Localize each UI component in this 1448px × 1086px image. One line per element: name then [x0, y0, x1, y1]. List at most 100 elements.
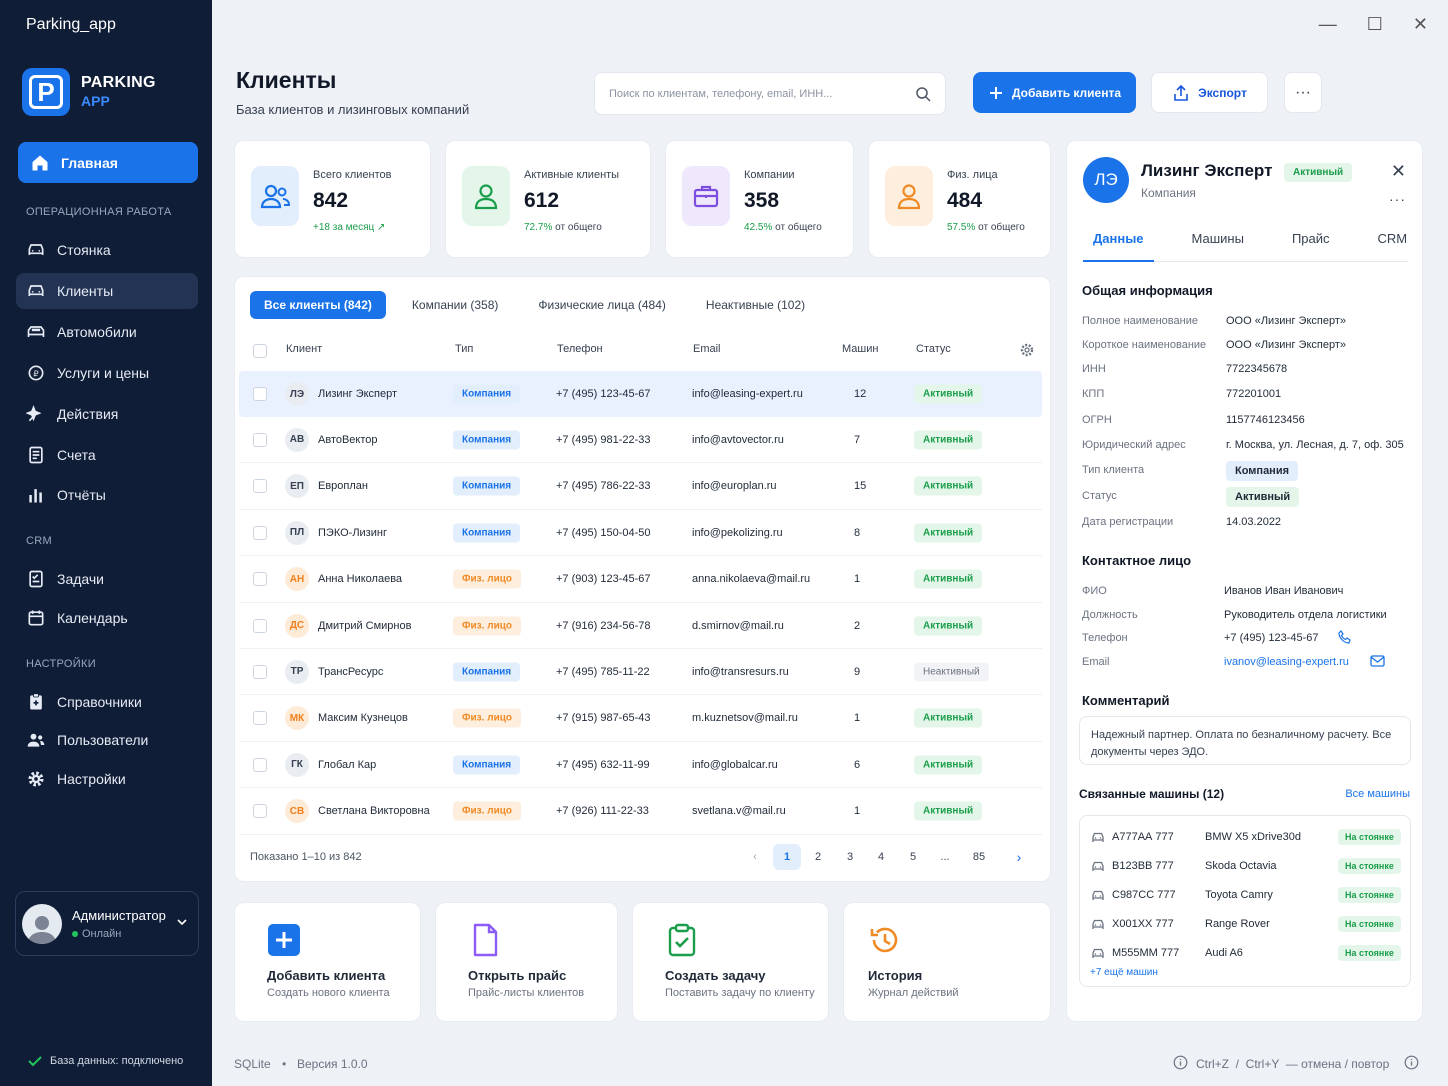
- check-icon: [28, 1056, 42, 1067]
- list-item[interactable]: А777АА 777 BMW X5 xDrive30d На стоянке: [1080, 822, 1410, 851]
- maximize-icon[interactable]: ☐: [1367, 14, 1383, 35]
- tab-crm[interactable]: CRM: [1368, 229, 1418, 262]
- calendar-icon: [28, 610, 44, 626]
- info-label: ОГРН: [1082, 414, 1112, 426]
- user-profile-card[interactable]: Администратор Онлайн: [15, 891, 199, 956]
- client-name[interactable]: Анна Николаева: [318, 573, 402, 585]
- page-button[interactable]: 85: [965, 844, 993, 870]
- client-name[interactable]: ТрансРесурс: [318, 666, 383, 678]
- tab-price[interactable]: Прайс: [1282, 229, 1340, 262]
- client-phone: +7 (495) 786-22-33: [556, 480, 651, 493]
- close-window-icon[interactable]: ✕: [1413, 14, 1428, 35]
- prev-page-icon[interactable]: ‹: [741, 844, 769, 870]
- phone-icon[interactable]: [1338, 630, 1352, 644]
- search-input[interactable]: [609, 87, 915, 100]
- page-button[interactable]: 1: [773, 844, 801, 870]
- table-row[interactable]: МК Максим Кузнецов Физ. лицо +7 (915) 987-6…: [239, 696, 1042, 742]
- all-cars-link[interactable]: Все машины: [1345, 788, 1410, 800]
- table-row[interactable]: ЛЭ Лизинг Эксперт Компания +7 (495) 123-45-…: [239, 371, 1042, 417]
- search-box[interactable]: [594, 72, 946, 115]
- table-row[interactable]: СВ Светлана Викторовна Физ. лицо +7 (926) 1…: [239, 789, 1042, 835]
- more-icon[interactable]: ···: [1389, 191, 1406, 207]
- quick-create-task[interactable]: Создать задачу Поставить задачу по клиен…: [632, 902, 829, 1022]
- table-row[interactable]: АН Анна Николаева Физ. лицо +7 (903) 123-45…: [239, 557, 1042, 603]
- client-name[interactable]: Европлан: [318, 480, 368, 492]
- nav-tasks[interactable]: Задачи: [16, 561, 198, 597]
- car-icon: [1091, 860, 1105, 872]
- db-engine: SQLite: [234, 1057, 271, 1071]
- nav-references[interactable]: Справочники: [16, 684, 198, 720]
- user-name: Администратор: [72, 907, 166, 923]
- row-checkbox[interactable]: [253, 479, 267, 494]
- row-checkbox[interactable]: [253, 572, 267, 587]
- client-name[interactable]: Лизинг Эксперт: [318, 388, 397, 400]
- minimize-icon[interactable]: —: [1319, 14, 1337, 35]
- client-name[interactable]: Глобал Кар: [318, 759, 376, 771]
- list-item[interactable]: Х001ХХ 777 Range Rover На стоянке: [1080, 909, 1410, 938]
- list-item[interactable]: В123ВВ 777 Skoda Octavia На стоянке: [1080, 851, 1410, 880]
- brand-sub: APP: [81, 93, 110, 109]
- gear-icon[interactable]: [1020, 343, 1034, 357]
- table-row[interactable]: ТР ТрансРесурс Компания +7 (495) 785-11-22 i…: [239, 649, 1042, 696]
- client-name[interactable]: Дмитрий Смирнов: [318, 620, 411, 632]
- chevron-down-icon[interactable]: [176, 916, 188, 928]
- row-checkbox[interactable]: [253, 804, 267, 819]
- page-button[interactable]: 4: [867, 844, 895, 870]
- row-checkbox[interactable]: [253, 757, 267, 772]
- row-checkbox[interactable]: [253, 432, 267, 447]
- nav-settings[interactable]: Настройки: [16, 761, 198, 797]
- quick-history[interactable]: История Журнал действий: [843, 902, 1051, 1022]
- tab-inactive[interactable]: Неактивные (102): [692, 291, 819, 319]
- client-email: svetlana.v@mail.ru: [692, 805, 786, 818]
- quick-add-client[interactable]: Добавить клиента Создать нового клиента: [234, 902, 421, 1022]
- help-icon[interactable]: [1404, 1055, 1419, 1073]
- tab-cars[interactable]: Машины: [1182, 229, 1254, 262]
- quick-open-price[interactable]: Открыть прайс Прайс-листы клиентов: [435, 902, 618, 1022]
- contact-email-link[interactable]: ivanov@leasing-expert.ru: [1224, 656, 1349, 668]
- nav-invoices[interactable]: Счета: [16, 437, 198, 473]
- nav-home[interactable]: Главная: [18, 142, 198, 183]
- table-row[interactable]: ЕП Европлан Компания +7 (495) 786-22-33 info…: [239, 464, 1042, 510]
- mail-icon[interactable]: [1370, 655, 1385, 667]
- page-button[interactable]: 3: [836, 844, 864, 870]
- client-name[interactable]: АвтоВектор: [318, 434, 378, 446]
- page-button[interactable]: 5: [899, 844, 927, 870]
- info-label: Статус: [1082, 490, 1117, 502]
- row-checkbox[interactable]: [253, 387, 267, 401]
- add-client-button[interactable]: Добавить клиента: [973, 72, 1136, 113]
- tab-all-clients[interactable]: Все клиенты (842): [250, 291, 386, 319]
- tab-individuals[interactable]: Физические лица (484): [524, 291, 680, 319]
- client-name[interactable]: ПЭКО-Лизинг: [318, 527, 387, 539]
- select-all-checkbox[interactable]: [253, 344, 267, 358]
- row-checkbox[interactable]: [253, 618, 267, 633]
- info-value: 772201001: [1226, 388, 1282, 400]
- nav-reports[interactable]: Отчёты: [16, 477, 198, 513]
- nav-services[interactable]: ₽ Услуги и цены: [16, 355, 198, 391]
- row-checkbox[interactable]: [253, 525, 267, 540]
- page-button[interactable]: 2: [804, 844, 832, 870]
- more-cars-link[interactable]: +7 ещё машин: [1090, 967, 1158, 978]
- search-icon[interactable]: [915, 86, 931, 102]
- table-row[interactable]: АВ АвтоВектор Компания +7 (495) 981-22-33 in…: [239, 417, 1042, 464]
- nav-actions[interactable]: Действия: [16, 396, 198, 432]
- list-item[interactable]: М555ММ 777 Audi A6 На стоянке: [1080, 938, 1410, 967]
- tab-data[interactable]: Данные: [1083, 229, 1154, 262]
- nav-users[interactable]: Пользователи: [16, 722, 198, 758]
- nav-clients[interactable]: Клиенты: [16, 273, 198, 309]
- nav-vehicles[interactable]: Автомобили: [16, 314, 198, 350]
- more-options-button[interactable]: ···: [1284, 72, 1322, 113]
- client-name[interactable]: Светлана Викторовна: [318, 805, 430, 817]
- nav-calendar[interactable]: Календарь: [16, 600, 198, 636]
- row-checkbox[interactable]: [253, 711, 267, 726]
- client-name[interactable]: Максим Кузнецов: [318, 712, 408, 724]
- row-checkbox[interactable]: [253, 664, 267, 679]
- list-item[interactable]: С987СС 777 Toyota Camry На стоянке: [1080, 880, 1410, 909]
- tab-companies[interactable]: Компании (358): [398, 291, 512, 319]
- table-row[interactable]: ПЛ ПЭКО-Лизинг Компания +7 (495) 150-04-50 i…: [239, 510, 1042, 557]
- table-row[interactable]: ГК Глобал Кар Компания +7 (495) 632-11-99 in…: [239, 742, 1042, 789]
- export-button[interactable]: Экспорт: [1151, 72, 1268, 113]
- close-icon[interactable]: ✕: [1391, 161, 1406, 182]
- next-page-icon[interactable]: ›: [1005, 844, 1033, 870]
- table-row[interactable]: ДС Дмитрий Смирнов Физ. лицо +7 (916) 234-5…: [239, 603, 1042, 649]
- nav-parking[interactable]: Стоянка: [16, 232, 198, 268]
